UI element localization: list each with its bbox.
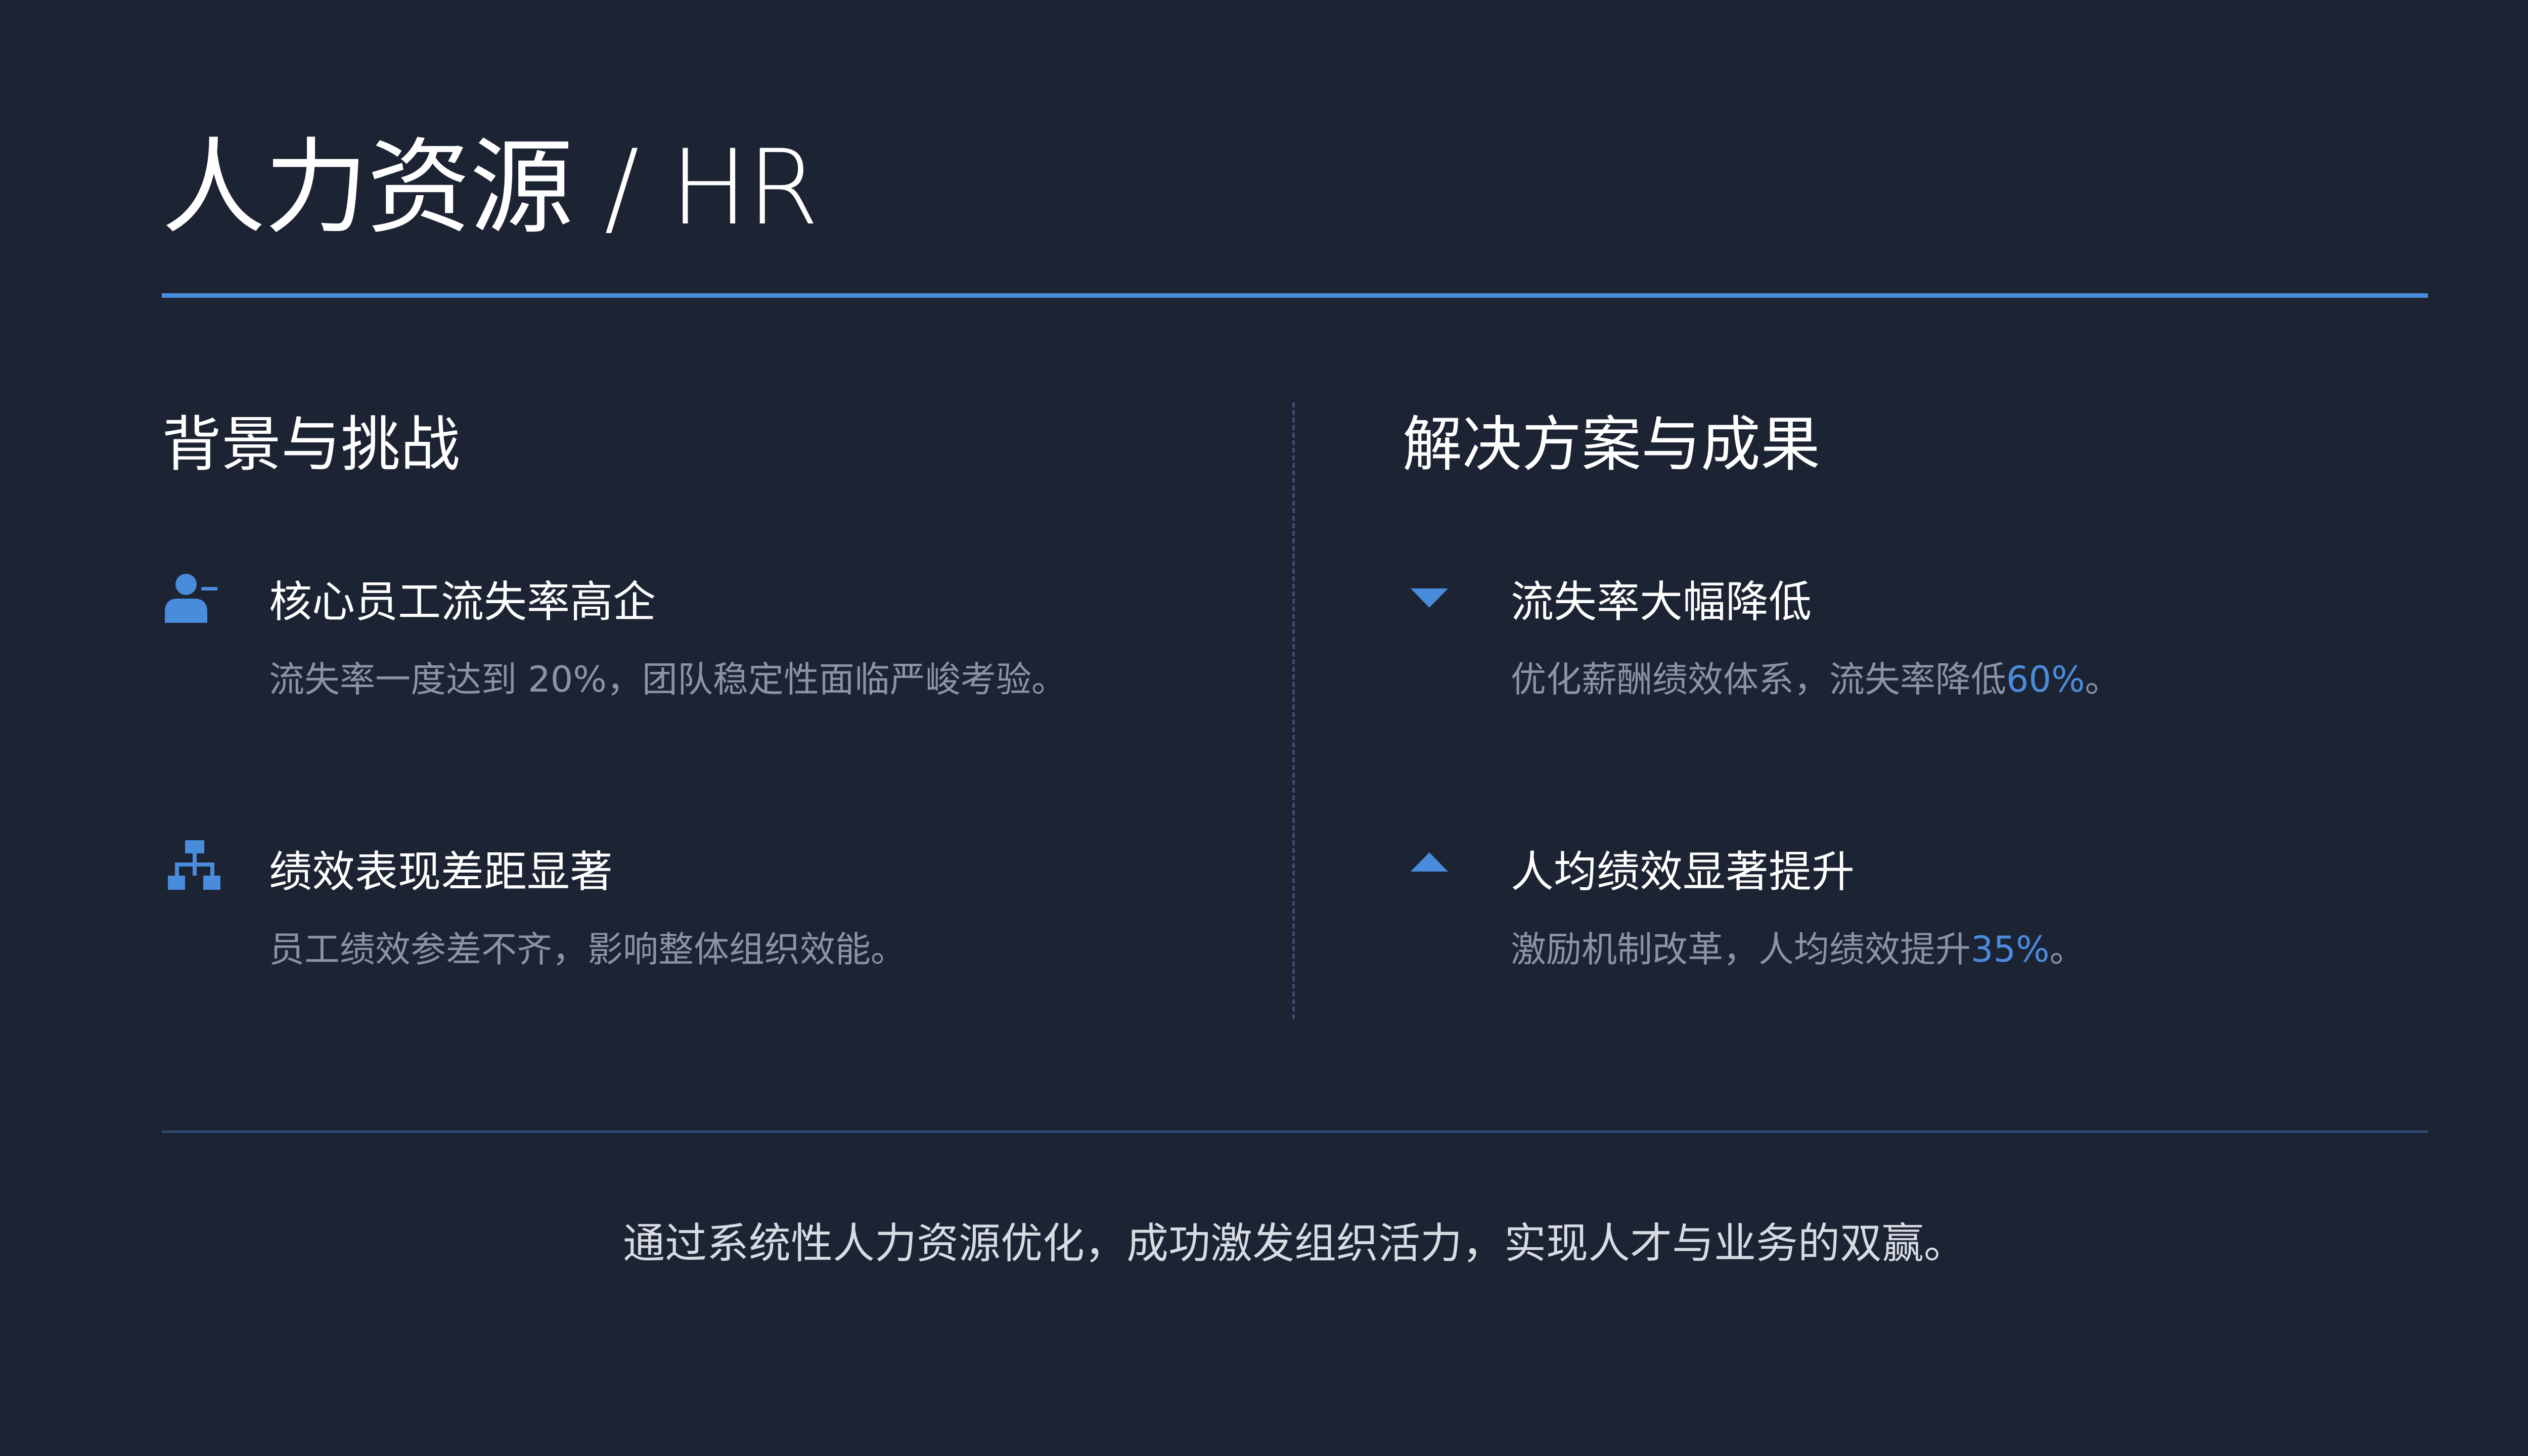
user-minus-icon — [163, 570, 218, 626]
column-divider — [1292, 402, 1295, 1019]
org-chart-icon — [167, 839, 222, 895]
bottom-divider — [162, 1130, 2428, 1133]
left-item-2-title: 绩效表现差距显著 — [269, 847, 613, 897]
left-column-heading: 背景与挑战 — [162, 410, 461, 479]
right-item-2-desc-end: 。 — [2049, 929, 2085, 970]
right-item-2-desc: 激励机制改革，人均绩效提升35%。 — [1511, 932, 2085, 967]
right-item-2-desc-text: 激励机制改革，人均绩效提升 — [1511, 929, 1971, 970]
caret-up-icon — [1407, 842, 1452, 888]
left-item-1-title: 核心员工流失率高企 — [269, 577, 656, 627]
right-item-1-desc-end: 。 — [2085, 659, 2120, 700]
left-item-1-desc: 流失率一度达到 20%，团队稳定性面临严峻考验。 — [269, 659, 1067, 700]
right-item-2-metric: 35% — [1971, 929, 2050, 970]
left-item-2-desc: 员工绩效参差不齐，影响整体组织效能。 — [269, 929, 906, 970]
right-item-1-title: 流失率大幅降低 — [1511, 577, 1812, 627]
right-item-1-desc-text: 优化薪酬绩效体系，流失率降低 — [1511, 659, 2006, 700]
right-item-2-title: 人均绩效显著提升 — [1511, 847, 1855, 897]
caret-down-icon — [1407, 572, 1452, 618]
right-item-1-desc: 优化薪酬绩效体系，流失率降低60%。 — [1511, 662, 2120, 697]
title-underline — [162, 293, 2428, 298]
right-column-heading: 解决方案与成果 — [1403, 410, 1821, 479]
summary-footer: 通过系统性人力资源优化，成功激发组织活力，实现人才与业务的双赢。 — [623, 1219, 1966, 1268]
right-item-1-metric: 60% — [2006, 659, 2085, 700]
page-title: 人力资源 / HR — [162, 128, 819, 248]
